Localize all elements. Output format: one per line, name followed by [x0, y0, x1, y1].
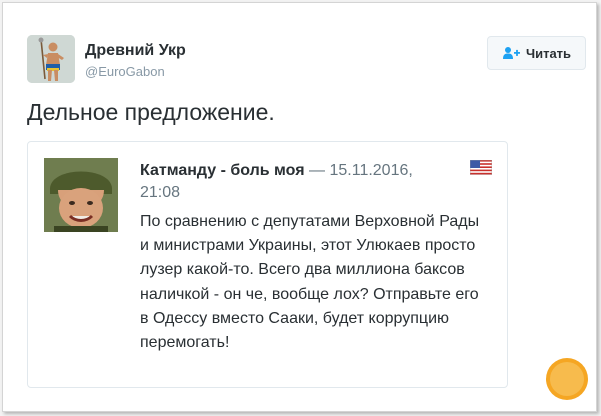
tweet-card: Древний Укр @EuroGabon Читать Дельное пр…: [2, 2, 597, 412]
follow-button-label: Читать: [525, 45, 572, 61]
author-avatar[interactable]: [27, 35, 75, 83]
quoted-separator: —: [309, 162, 326, 179]
warrior-figure-icon: [27, 35, 75, 83]
quoted-tweet[interactable]: Катманду - боль моя — 15.11.2016, 21:08 …: [27, 141, 508, 388]
quoted-text: По сравнению с депутатами Верховной Рады…: [140, 213, 480, 352]
add-user-icon: [502, 46, 520, 60]
watermark-logo: [544, 356, 590, 402]
soldier-portrait-icon: [44, 158, 118, 232]
author-handle[interactable]: @EuroGabon: [85, 64, 165, 79]
quoted-author-name[interactable]: Катманду - боль моя: [140, 162, 305, 179]
quoted-header: Катманду - боль моя — 15.11.2016, 21:08: [140, 160, 440, 204]
author-name[interactable]: Древний Укр: [85, 42, 186, 60]
quoted-author-avatar[interactable]: [44, 158, 118, 232]
tweet-text: Дельное предложение.: [27, 99, 275, 125]
follow-button[interactable]: Читать: [487, 36, 586, 70]
us-flag-icon: [469, 159, 493, 176]
